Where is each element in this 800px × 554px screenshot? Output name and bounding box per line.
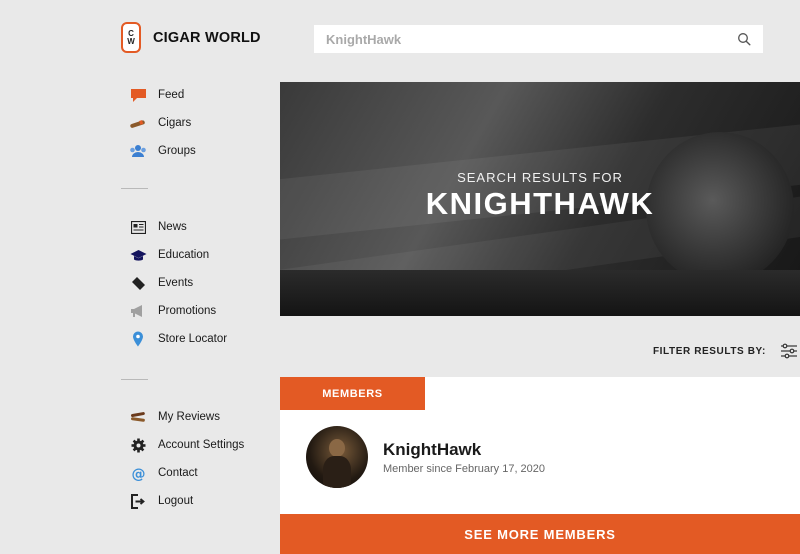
- search-input[interactable]: KnightHawk: [326, 32, 737, 47]
- sidebar-item-store-locator[interactable]: Store Locator: [129, 325, 227, 353]
- sidebar-item-education[interactable]: Education: [129, 241, 227, 269]
- search-results-hero: SEARCH RESULTS FOR KNIGHTHAWK: [280, 82, 800, 316]
- logo-badge-icon: C W: [121, 22, 141, 53]
- cigar-icon: [129, 114, 147, 132]
- hero-title: KNIGHTHAWK: [425, 186, 655, 221]
- search-bar[interactable]: KnightHawk: [314, 25, 763, 53]
- avatar[interactable]: [306, 426, 368, 488]
- sidebar-divider: [121, 379, 148, 380]
- gear-icon: [129, 436, 147, 454]
- sidebar-item-label: Store Locator: [158, 333, 228, 345]
- see-more-members-button[interactable]: SEE MORE MEMBERS: [280, 514, 800, 554]
- sidebar-item-my-reviews[interactable]: My Reviews: [129, 403, 244, 431]
- filter-results[interactable]: FILTER RESULTS BY:: [653, 343, 800, 359]
- sidebar-item-label: Promotions: [158, 305, 217, 317]
- sidebar-item-promotions[interactable]: Promotions: [129, 297, 227, 325]
- brand-name: CIGAR WORLD: [153, 29, 261, 46]
- sidebar-secondary: News Education Events Promotions Store L…: [129, 213, 227, 353]
- member-name[interactable]: KnightHawk: [383, 440, 545, 460]
- sidebar-item-label: Account Settings: [158, 439, 245, 451]
- sidebar-item-label: Events: [158, 277, 194, 289]
- sidebar-primary: Feed Cigars Groups: [129, 81, 196, 165]
- sidebar-item-events[interactable]: Events: [129, 269, 227, 297]
- hero-background-floor: [280, 270, 800, 316]
- sidebar-item-label: Cigars: [158, 117, 192, 129]
- sidebar-item-label: Contact: [158, 467, 198, 479]
- avatar-head: [329, 439, 345, 457]
- graduation-cap-icon: [129, 246, 147, 264]
- at-sign-icon: @: [129, 464, 147, 482]
- avatar-body: [323, 456, 351, 488]
- sidebar-item-cigars[interactable]: Cigars: [129, 109, 196, 137]
- logo-badge-bottom: W: [127, 36, 135, 46]
- sidebar-item-contact[interactable]: @ Contact: [129, 459, 244, 487]
- sidebar-item-logout[interactable]: Logout: [129, 487, 244, 515]
- svg-text:@: @: [131, 466, 145, 481]
- sidebar-item-account-settings[interactable]: Account Settings: [129, 431, 244, 459]
- sidebar-item-groups[interactable]: Groups: [129, 137, 196, 165]
- reviews-icon: [129, 408, 147, 426]
- hero-subtitle: SEARCH RESULTS FOR: [457, 170, 623, 185]
- member-result[interactable]: KnightHawk Member since February 17, 202…: [306, 426, 545, 488]
- sidebar-item-label: News: [158, 221, 187, 233]
- brand-logo[interactable]: C W CIGAR WORLD: [121, 22, 261, 53]
- megaphone-icon: [129, 302, 147, 320]
- chat-bubble-icon: [129, 86, 147, 104]
- sidebar-item-label: My Reviews: [158, 411, 220, 423]
- results-card: MEMBERS KnightHawk Member since February…: [280, 377, 800, 554]
- sidebar-item-feed[interactable]: Feed: [129, 81, 196, 109]
- member-info: KnightHawk Member since February 17, 202…: [383, 440, 545, 475]
- sliders-icon[interactable]: [780, 343, 798, 359]
- group-icon: [129, 142, 147, 160]
- tab-members[interactable]: MEMBERS: [280, 377, 425, 410]
- sidebar-item-label: Groups: [158, 145, 196, 157]
- sidebar-account: My Reviews Account Settings @ Contact Lo…: [129, 403, 244, 515]
- ticket-icon: [129, 274, 147, 292]
- sidebar-divider: [121, 188, 148, 189]
- map-pin-icon: [129, 330, 147, 348]
- member-since: Member since February 17, 2020: [383, 462, 546, 475]
- sidebar-item-label: Education: [158, 249, 210, 261]
- sidebar-item-label: Feed: [158, 89, 185, 101]
- logout-icon: [129, 492, 147, 510]
- search-icon[interactable]: [737, 32, 751, 46]
- sidebar-item-label: Logout: [158, 495, 194, 507]
- filter-label: FILTER RESULTS BY:: [652, 345, 766, 357]
- newspaper-icon: [129, 218, 147, 236]
- sidebar-item-news[interactable]: News: [129, 213, 227, 241]
